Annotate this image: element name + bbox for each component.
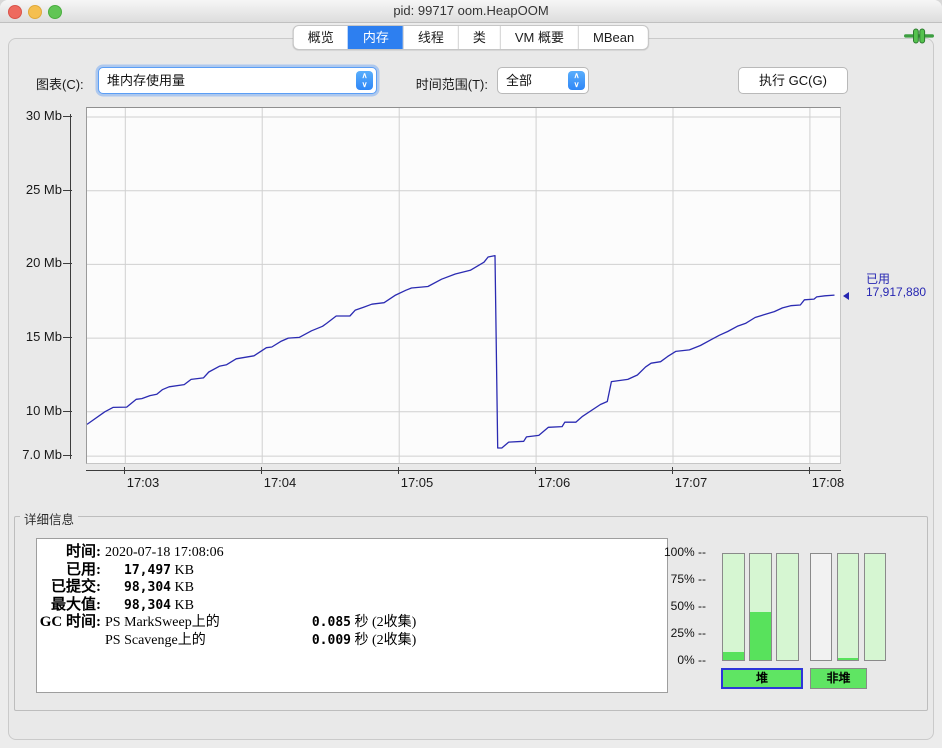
- nonheap-pool-bar-0: [810, 553, 832, 661]
- gauge-fill: [838, 657, 858, 660]
- chevron-up-down-icon[interactable]: ∧ ∨: [356, 71, 373, 90]
- detail-row: 时间: 2020-07-18 17:08:06: [37, 543, 667, 561]
- tab-1[interactable]: 内存: [347, 26, 403, 49]
- series-annotation-value: 17,917,880: [866, 285, 927, 299]
- heap-pool-bar-1: [749, 553, 772, 661]
- x-tick-mark: [124, 467, 125, 474]
- x-tick-mark: [261, 467, 262, 474]
- heap-pool-bar-0: [722, 553, 745, 661]
- y-tick-label: 25 Mb: [25, 181, 62, 197]
- gauge-scale-label: 75% --: [670, 572, 706, 586]
- series-annotation: 已用 17,917,880: [866, 273, 926, 299]
- x-tick-label: 17:04: [263, 475, 297, 490]
- y-tick-mark: [63, 455, 72, 457]
- detail-number: 0.009: [311, 632, 351, 648]
- chart-select-value: 堆内存使用量: [107, 73, 186, 88]
- details-panel: 时间: 2020-07-18 17:08:06 已用: 17,497 KB 已提交: 98…: [36, 538, 668, 693]
- detail-unit: KB: [171, 580, 194, 596]
- y-tick-mark: [63, 410, 72, 412]
- y-tick-mark: [63, 337, 72, 339]
- detail-unit: KB: [171, 597, 194, 613]
- detail-row: 已提交: 98,304 KB: [37, 578, 667, 596]
- detail-label: 已提交:: [51, 579, 101, 596]
- detail-unit: KB: [171, 562, 194, 578]
- heap-button[interactable]: 堆: [721, 668, 803, 689]
- details-group-title: 详细信息: [20, 509, 79, 528]
- detail-row: 已用: 17,497 KB: [37, 561, 667, 579]
- nonheap-pool-bar-1: [837, 553, 859, 661]
- detail-number: 17,497: [124, 562, 171, 578]
- x-axis-line: [86, 470, 841, 471]
- heap-pool-bar-2: [776, 553, 799, 661]
- detail-row: GC 时间: PS MarkSweep上的 0.085 秒 (2收集): [37, 613, 667, 631]
- x-tick-mark: [535, 467, 536, 474]
- chevron-up-down-icon[interactable]: ∧ ∨: [568, 71, 585, 90]
- y-tick-mark: [63, 115, 72, 117]
- x-tick-label: 17:08: [811, 475, 845, 490]
- chart-select-label: 图表(C):: [36, 77, 84, 92]
- x-tick-mark: [672, 467, 673, 474]
- detail-number: 98,304: [124, 580, 171, 596]
- time-range-select[interactable]: 全部 ∧ ∨: [497, 67, 589, 94]
- gauge-scale-label: 0% --: [677, 653, 706, 667]
- titlebar[interactable]: pid: 99717 oom.HeapOOM: [0, 0, 942, 23]
- nonheap-button[interactable]: 非堆: [810, 668, 867, 689]
- window-title: pid: 99717 oom.HeapOOM: [393, 3, 549, 18]
- perform-gc-button[interactable]: 执行 GC(G): [738, 67, 848, 94]
- nonheap-button-label: 非堆: [826, 671, 851, 685]
- tab-5[interactable]: MBean: [577, 26, 648, 49]
- x-tick-label: 17:07: [674, 475, 708, 490]
- detail-unit: 秒 (2收集): [351, 632, 417, 648]
- jconsole-window: pid: 99717 oom.HeapOOM 概览 内存 线程类 VM 概要 MBean…: [0, 0, 942, 748]
- x-tick-label: 17:03: [126, 475, 160, 490]
- time-range-value: 全部: [506, 73, 533, 88]
- gauge-scale-label: 25% --: [670, 626, 706, 640]
- gc-collector-name: PS Scavenge上的: [105, 632, 206, 648]
- detail-unit: 秒 (2收集): [351, 615, 417, 631]
- detail-number: 0.085: [311, 615, 351, 631]
- nonheap-pool-bar-2: [864, 553, 886, 661]
- detail-label: 最大值:: [51, 596, 101, 613]
- y-tick-label: 7.0 Mb: [22, 447, 62, 463]
- gauge-scale-label: 100% --: [663, 545, 706, 559]
- y-tick-mark: [63, 189, 72, 191]
- heap-button-label: 堆: [755, 671, 768, 685]
- x-tick-mark: [809, 467, 810, 474]
- y-tick-mark: [63, 263, 72, 265]
- y-tick-label: 20 Mb: [25, 255, 62, 271]
- gauge-fill: [750, 612, 771, 660]
- tab-0[interactable]: 概览: [294, 26, 348, 49]
- x-tick-mark: [398, 467, 399, 474]
- gauge-fill: [723, 651, 744, 660]
- gc-collector-name: PS MarkSweep上的: [105, 615, 220, 631]
- gauge-scale-label: 50% --: [670, 599, 706, 613]
- tab-4[interactable]: VM 概要: [499, 26, 578, 49]
- detail-label: GC 时间:: [39, 614, 101, 631]
- detail-label: 已用:: [66, 561, 101, 578]
- tab-bar: 概览 内存 线程类 VM 概要 MBean: [292, 25, 650, 50]
- y-tick-label: 30 Mb: [25, 107, 62, 123]
- y-axis-line: [70, 114, 71, 459]
- x-tick-label: 17:05: [400, 475, 434, 490]
- y-tick-label: 15 Mb: [25, 329, 62, 345]
- detail-value: 2020-07-18 17:08:06: [105, 545, 224, 560]
- tab-2[interactable]: 线程: [402, 26, 458, 49]
- y-tick-label: 10 Mb: [25, 402, 62, 418]
- chart-select[interactable]: 堆内存使用量 ∧ ∨: [98, 67, 377, 94]
- tab-3[interactable]: 类: [457, 26, 500, 49]
- series-marker-arrow-icon: [843, 292, 849, 300]
- detail-number: 98,304: [124, 597, 171, 613]
- detail-row: PS Scavenge上的 0.009 秒 (2收集): [37, 631, 667, 649]
- memory-chart-plot[interactable]: [86, 107, 841, 464]
- connection-plug-icon: [904, 28, 934, 49]
- time-range-label: 时间范围(T):: [415, 77, 488, 92]
- detail-label: 时间:: [66, 544, 101, 560]
- detail-row: 最大值: 98,304 KB: [37, 596, 667, 614]
- x-tick-label: 17:06: [537, 475, 571, 490]
